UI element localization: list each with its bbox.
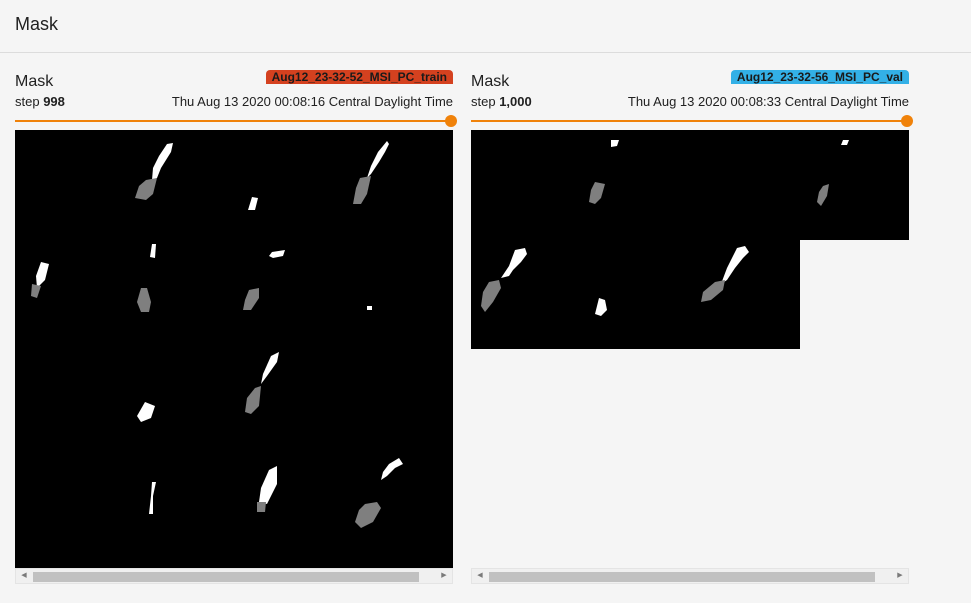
mask-image-viewport [15,130,453,568]
run-tag: Aug12_23-32-52_MSI_PC_train [265,70,453,84]
scroll-right-icon[interactable]: ▶ [892,569,908,583]
slider-track[interactable] [15,120,453,122]
scrollbar-thumb[interactable] [489,572,875,582]
slider-thumb[interactable] [445,115,457,127]
card-title: Mask [471,73,510,90]
timestamp: Thu Aug 13 2020 00:08:33 Central Dayligh… [627,94,909,109]
step-row: step 998 [15,94,65,109]
step-value: 1,000 [499,94,532,109]
horizontal-scrollbar[interactable]: ◀ ▶ [471,568,909,584]
scroll-left-icon[interactable]: ◀ [16,569,32,583]
step-row: step 1,000 [471,94,532,109]
run-tag: Aug12_23-32-56_MSI_PC_val [730,70,909,84]
timestamp: Thu Aug 13 2020 00:08:16 Central Dayligh… [171,94,453,109]
slider-thumb[interactable] [901,115,913,127]
card-title: Mask [15,73,54,90]
horizontal-scrollbar[interactable]: ◀ ▶ [15,568,453,584]
mask-image [15,130,453,568]
step-label: step [15,94,40,109]
step-label: step [471,94,496,109]
mask-image-viewport [471,130,909,568]
image-card-train: Aug12_23-32-52_MSI_PC_train Mask step 99… [15,68,457,588]
step-value: 998 [43,94,65,109]
section-header: Mask [0,0,971,53]
image-card-val: Aug12_23-32-56_MSI_PC_val Mask step 1,00… [471,68,913,588]
scroll-right-icon[interactable]: ▶ [436,569,452,583]
scroll-left-icon[interactable]: ◀ [472,569,488,583]
slider-track[interactable] [471,120,909,122]
step-slider[interactable] [471,114,913,128]
step-slider[interactable] [15,114,457,128]
mask-image [471,130,909,349]
section-title: Mask [15,14,59,34]
scrollbar-thumb[interactable] [33,572,419,582]
